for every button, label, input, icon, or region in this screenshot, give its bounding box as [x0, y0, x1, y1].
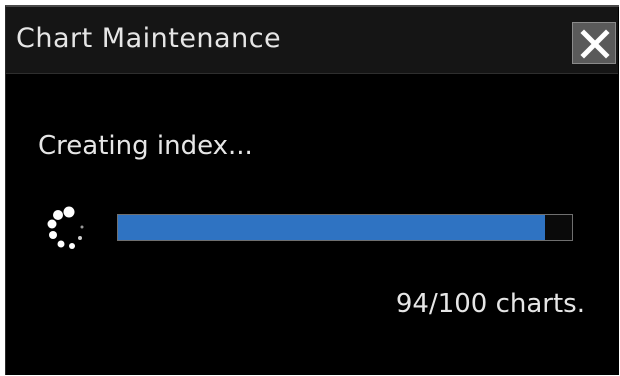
chart-maintenance-dialog: Chart Maintenance Creating index... 94/1… — [5, 5, 619, 375]
close-icon — [580, 29, 610, 59]
progress-bar — [117, 214, 573, 241]
status-message: Creating index... — [38, 131, 253, 161]
dialog-titlebar: Chart Maintenance — [6, 7, 618, 74]
close-button[interactable] — [572, 22, 616, 64]
progress-bar-fill — [118, 215, 545, 240]
dialog-title: Chart Maintenance — [16, 23, 282, 54]
loading-spinner-icon — [47, 206, 84, 249]
progress-count: 94/100 charts. — [395, 289, 585, 319]
